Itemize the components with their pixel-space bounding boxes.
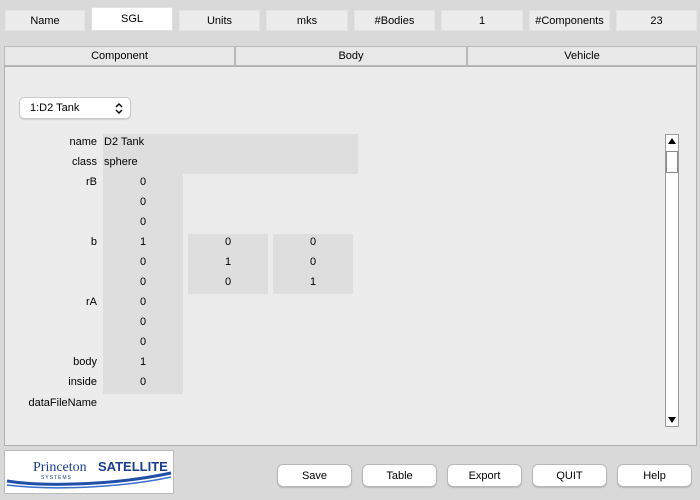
svg-text:SATELLITE: SATELLITE — [98, 459, 168, 474]
b-cell[interactable]: 1 — [188, 252, 268, 272]
units-value: mks — [266, 10, 348, 31]
class-value[interactable]: sphere — [104, 152, 138, 172]
b-cell[interactable]: 0 — [188, 232, 268, 252]
tab-body[interactable]: Body — [235, 46, 467, 66]
name-field[interactable]: SGL — [91, 7, 173, 31]
vertical-scrollbar[interactable] — [665, 134, 679, 427]
svg-text:SYSTEMS: SYSTEMS — [41, 475, 72, 481]
rA-value[interactable]: 0 — [103, 332, 183, 352]
table-button[interactable]: Table — [362, 464, 437, 487]
field-label-dataFileName: dataFileName — [28, 397, 97, 409]
svg-text:Princeton: Princeton — [33, 460, 87, 475]
name-label: Name — [5, 10, 85, 31]
logo-graphic: Princeton SATELLITE SYSTEMS — [6, 459, 172, 489]
tab-component[interactable]: Component — [4, 46, 235, 66]
up-down-chevron-icon — [115, 103, 123, 114]
rB-value[interactable]: 0 — [103, 192, 183, 212]
save-button[interactable]: Save — [277, 464, 352, 487]
inside-value[interactable]: 0 — [103, 372, 183, 392]
rA-value[interactable]: 0 — [103, 312, 183, 332]
bodies-value: 1 — [441, 10, 523, 31]
b-cell[interactable]: 0 — [273, 252, 353, 272]
scroll-down-arrow-icon[interactable] — [667, 416, 677, 424]
rB-value[interactable]: 0 — [103, 212, 183, 232]
b-cell[interactable]: 0 — [103, 252, 183, 272]
field-label-class: class — [71, 156, 97, 168]
scroll-up-arrow-icon[interactable] — [667, 137, 677, 145]
quit-button[interactable]: QUIT — [532, 464, 607, 487]
name-value[interactable]: D2 Tank — [104, 132, 144, 152]
body-value[interactable]: 1 — [103, 352, 183, 372]
field-label-rB: rB — [86, 176, 97, 188]
b-cell[interactable]: 0 — [273, 232, 353, 252]
components-value: 23 — [616, 10, 697, 31]
rB-value[interactable]: 0 — [103, 172, 183, 192]
components-label: #Components — [529, 10, 610, 31]
rA-value[interactable]: 0 — [103, 292, 183, 312]
b-cell[interactable]: 1 — [103, 232, 183, 252]
tab-vehicle[interactable]: Vehicle — [467, 46, 697, 66]
component-select[interactable]: 1:D2 Tank — [19, 97, 131, 119]
export-button[interactable]: Export — [447, 464, 522, 487]
princeton-satellite-logo: Princeton SATELLITE SYSTEMS — [4, 450, 174, 494]
help-button[interactable]: Help — [617, 464, 692, 487]
units-label: Units — [179, 10, 260, 31]
field-label-body: body — [73, 356, 97, 368]
scrollbar-thumb[interactable] — [666, 151, 678, 173]
field-label-name: name — [69, 136, 97, 148]
component-select-value: 1:D2 Tank — [30, 102, 80, 114]
bodies-label: #Bodies — [354, 10, 435, 31]
b-cell[interactable]: 0 — [103, 272, 183, 292]
b-cell[interactable]: 1 — [273, 272, 353, 292]
field-label-b: b — [90, 236, 97, 248]
field-label-rA: rA — [86, 296, 97, 308]
b-cell[interactable]: 0 — [188, 272, 268, 292]
field-label-inside: inside — [68, 376, 97, 388]
